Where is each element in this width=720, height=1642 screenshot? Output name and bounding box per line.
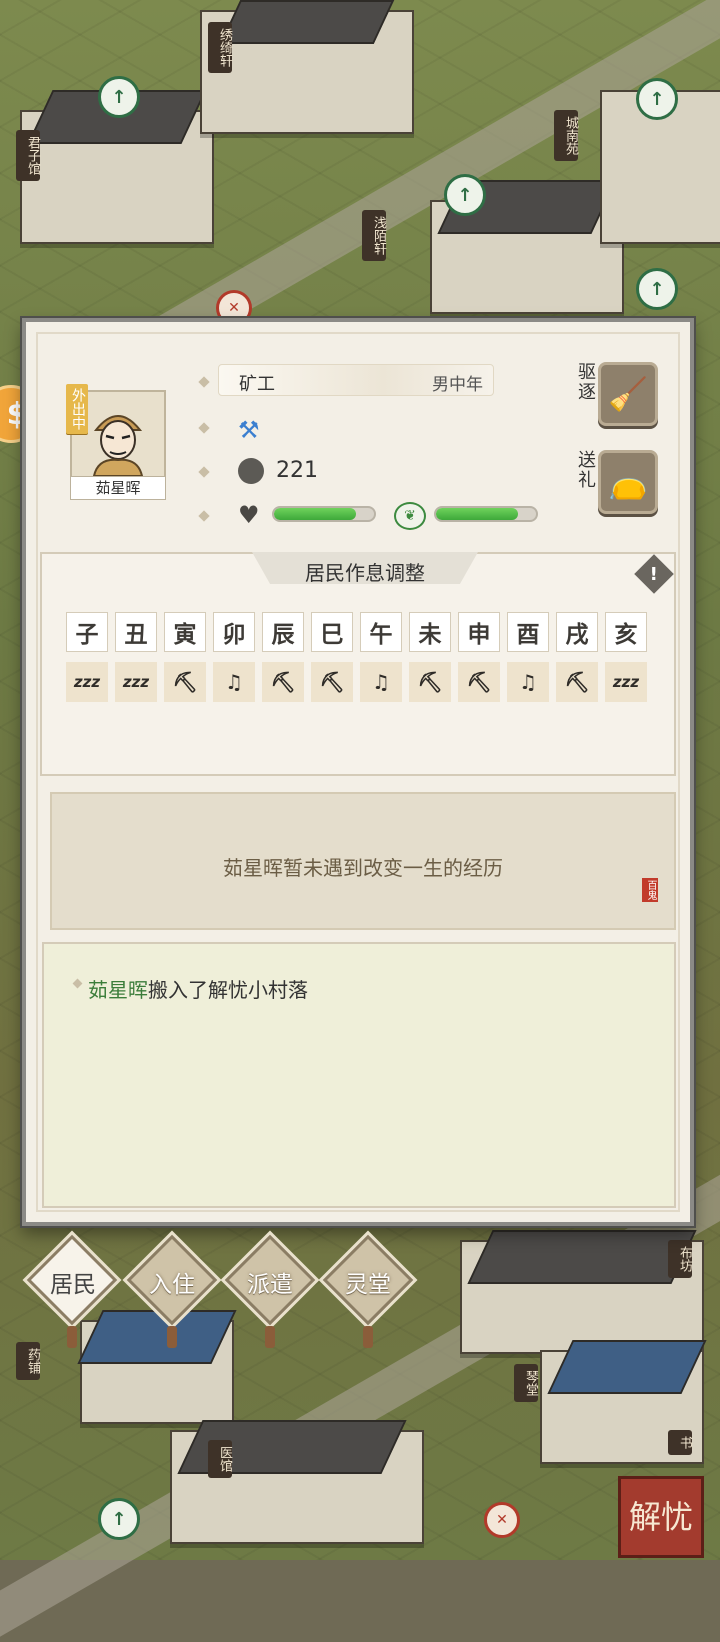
life-story-box: 茹星晖暂未遇到改变一生的经历 百鬼 [50,792,676,930]
wealth-icon [238,458,264,484]
resident-name: 茹星晖 [70,476,166,500]
map-sign[interactable]: 浅陌轩 [362,210,386,261]
map-sign[interactable]: 医馆 [208,1440,232,1478]
age-gender-label: 男中年 [432,375,483,395]
building-roof [219,0,395,44]
leisure-icon[interactable]: ♫ [507,662,549,702]
log-resident-name: 茹星晖 [88,978,148,1002]
building-roof [77,1310,237,1364]
row-bullet-icon [198,422,210,434]
hour-row: 子丑寅卯辰巳午未申酉戌亥 [66,612,647,652]
jieyou-menu-button[interactable]: 解忧 [618,1476,704,1558]
tassel [265,1326,275,1348]
resident-marker-icon[interactable]: ↑ [636,268,678,310]
resident-marker-icon[interactable]: ↑ [444,174,486,216]
pickaxe-icon[interactable]: ⛏ [311,662,353,702]
map-sign[interactable]: 琴堂 [514,1364,538,1402]
resident-detail-panel: 外出中 茹星晖 矿工 男中年 ⚒ 221 ♥ ❦ 驱逐 🧹 送礼 👝 居民作息调… [22,318,694,1226]
pickaxe-icon[interactable]: ⛏ [409,662,451,702]
map-sign[interactable]: 药铺 [16,1342,40,1380]
pickaxe-icon[interactable]: ⛏ [164,662,206,702]
mining-skill-icon[interactable]: ⚒ [238,416,260,444]
schedule-title: 居民作息调整 [305,561,425,585]
pickaxe-icon[interactable]: ⛏ [556,662,598,702]
mood-bar-fill [436,508,518,520]
tab-residents-label: 居民 [50,1272,96,1298]
tab-move-in-label: 入住 [149,1272,195,1298]
gift-bag-icon: 👝 [608,463,648,501]
hour-cell: 午 [360,612,402,652]
hour-cell: 子 [66,612,108,652]
forbidden-icon[interactable]: ✕ [484,1502,520,1538]
avatar[interactable]: 外出中 [66,384,166,484]
activity-row: zzz zzz ⛏ ♫ ⛏ ⛏ ♫ ⛏ ⛏ ♫ ⛏ zzz [66,662,647,702]
map-sign[interactable]: 君子馆 [16,130,40,181]
pickaxe-icon[interactable]: ⛏ [458,662,500,702]
row-bullet-icon [198,510,210,522]
building-roof [547,1340,707,1394]
gift-button[interactable]: 👝 [598,450,658,514]
health-bar [272,506,376,522]
wealth-value: 221 [276,458,318,483]
resident-portrait-icon [92,415,144,476]
gift-label: 送礼 [575,450,596,490]
tassel [167,1326,177,1348]
hour-cell: 辰 [262,612,304,652]
leisure-icon[interactable]: ♫ [360,662,402,702]
row-bullet-icon [72,978,83,989]
resident-marker-icon[interactable]: ↑ [98,76,140,118]
hour-cell: 丑 [115,612,157,652]
herb-icon: ❦ [394,502,426,530]
row-bullet-icon [198,466,210,478]
job-title: 矿工 [239,374,275,395]
log-entry-text: 搬入了解忧小村落 [148,978,308,1002]
hour-cell: 卯 [213,612,255,652]
expel-label: 驱逐 [575,362,596,402]
health-bar-fill [274,508,356,520]
away-status-tag: 外出中 [66,384,88,434]
tassel [67,1326,77,1348]
heart-icon: ♥ [238,501,260,529]
tab-dispatch-label: 派遣 [247,1272,293,1298]
hour-cell: 未 [409,612,451,652]
map-sign[interactable]: 城南苑 [554,110,578,161]
log-entry: 茹星晖搬入了解忧小村落 [88,974,308,1003]
broom-icon: 🧹 [608,375,648,413]
expel-button[interactable]: 🧹 [598,362,658,426]
hour-cell: 寅 [164,612,206,652]
event-log[interactable]: 茹星晖搬入了解忧小村落 [42,942,676,1208]
sleep-icon[interactable]: zzz [66,662,108,702]
hour-cell: 亥 [605,612,647,652]
resident-header: 外出中 茹星晖 矿工 男中年 ⚒ 221 ♥ ❦ 驱逐 🧹 送礼 👝 [26,322,690,537]
sleep-icon[interactable]: zzz [115,662,157,702]
info-warning-icon[interactable]: ! [634,554,674,594]
pickaxe-icon[interactable]: ⛏ [262,662,304,702]
schedule-section: 居民作息调整 ! 子丑寅卯辰巳午未申酉戌亥 zzz zzz ⛏ ♫ ⛏ ⛏ ♫ ⛏ ⛏ ♫ ⛏ zzz [40,552,676,776]
seal-stamp: 百鬼 [642,878,658,902]
life-story-text: 茹星晖暂未遇到改变一生的经历 [223,856,503,880]
row-bullet-icon [198,376,210,388]
resident-marker-icon[interactable]: ↑ [636,78,678,120]
resident-marker-icon[interactable]: ↑ [98,1498,140,1540]
hour-cell: 酉 [507,612,549,652]
hour-cell: 戌 [556,612,598,652]
map-sign[interactable]: 绣绮轩 [208,22,232,73]
sleep-icon[interactable]: zzz [605,662,647,702]
map-sign[interactable]: 布坊 [668,1240,692,1278]
leisure-icon[interactable]: ♫ [213,662,255,702]
hour-cell: 巳 [311,612,353,652]
map-sign[interactable]: 书 [668,1430,692,1455]
tab-memorial-hall-label: 灵堂 [345,1272,391,1298]
hour-cell: 申 [458,612,500,652]
building-roof [467,1230,697,1284]
job-info-bar: 矿工 男中年 [218,364,494,396]
mood-bar [434,506,538,522]
tassel [363,1326,373,1348]
